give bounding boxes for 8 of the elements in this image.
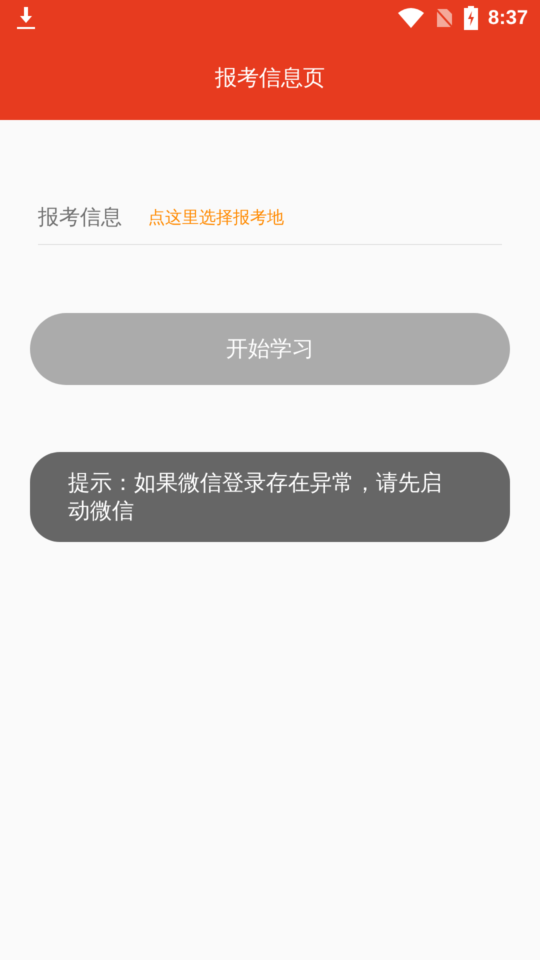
wifi-icon — [398, 8, 424, 28]
field-label: 报考信息 — [38, 204, 122, 231]
page-title: 报考信息页 — [215, 65, 325, 93]
battery-icon — [464, 6, 478, 30]
download-icon — [16, 6, 36, 30]
notice-toast: 提示：如果微信登录存在异常，请先启动微信 — [30, 452, 510, 542]
location-picker-link[interactable]: 点这里选择报考地 — [148, 206, 284, 228]
status-time: 8:37 — [488, 6, 528, 30]
